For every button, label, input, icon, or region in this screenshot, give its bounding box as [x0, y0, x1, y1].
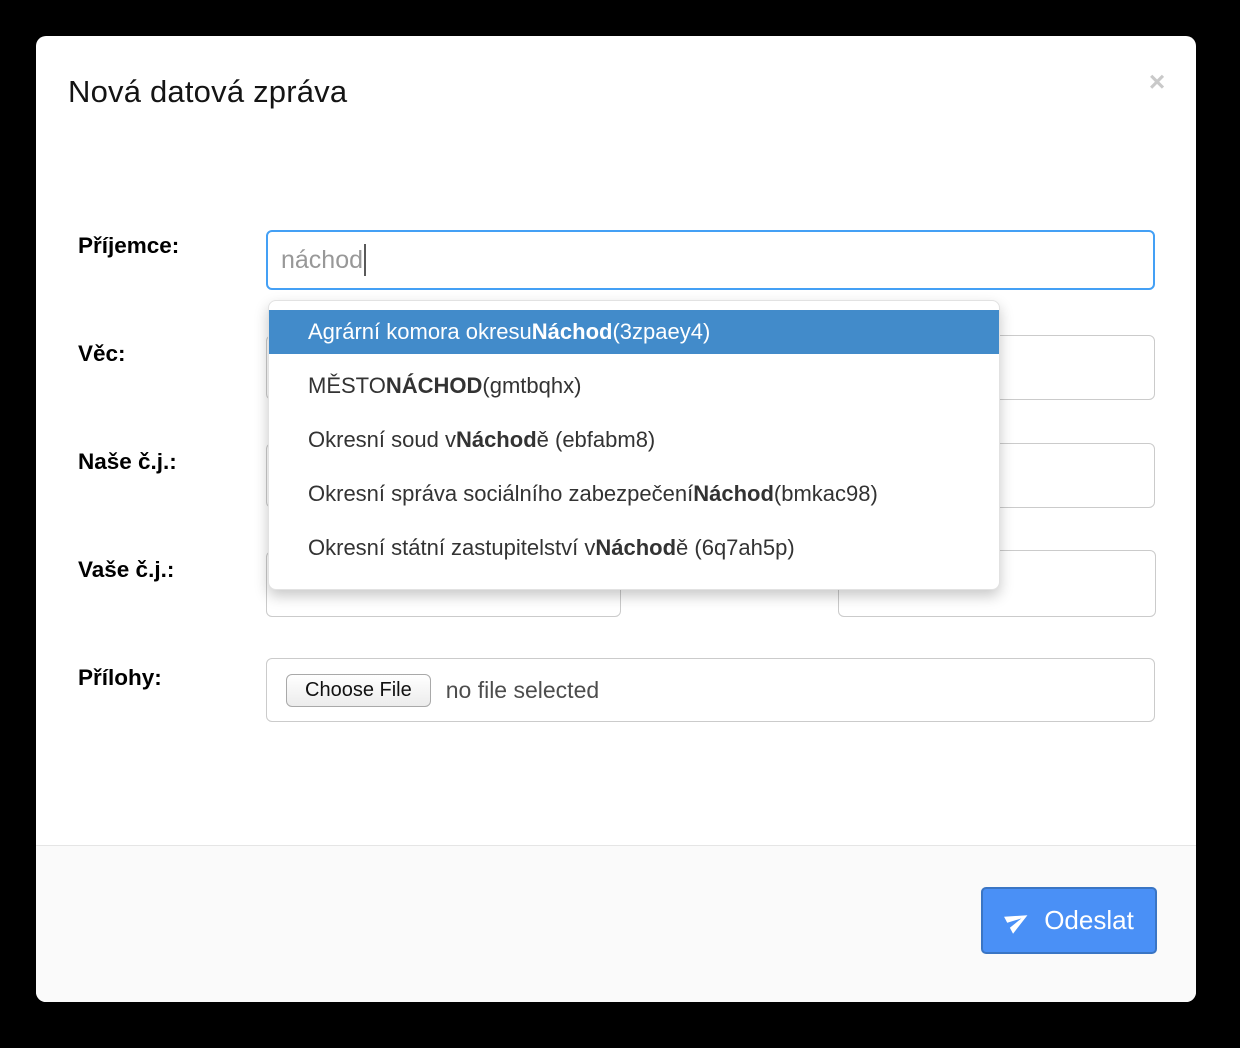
new-message-dialog: Nová datová zpráva × Příjemce: Věc: Naše…: [36, 36, 1196, 1002]
dialog-title: Nová datová zpráva: [68, 74, 347, 110]
autocomplete-item[interactable]: Agrární komora okresu Náchod (3zpaey4): [269, 310, 999, 354]
recipient-input[interactable]: náchod: [266, 230, 1155, 290]
paper-plane-icon: [1004, 907, 1031, 934]
send-button-label: Odeslat: [1044, 905, 1134, 936]
attachments-field: Choose File no file selected: [266, 658, 1155, 722]
your-ref-label: Vaše č.j.:: [78, 557, 174, 583]
close-icon[interactable]: ×: [1139, 64, 1175, 100]
choose-file-button[interactable]: Choose File: [286, 674, 431, 707]
attachments-label: Přílohy:: [78, 665, 162, 691]
autocomplete-item[interactable]: Okresní státní zastupitelství v Náchodě …: [269, 526, 999, 570]
dialog-footer: Odeslat: [36, 845, 1196, 1002]
our-ref-label: Naše č.j.:: [78, 449, 177, 475]
autocomplete-item[interactable]: MĚSTO NÁCHOD (gmtbqhx): [269, 364, 999, 408]
recipient-autocomplete-dropdown: Agrární komora okresu Náchod (3zpaey4) MĚ…: [268, 300, 1000, 590]
subject-label: Věc:: [78, 341, 126, 367]
recipient-input-value: náchod: [281, 246, 363, 275]
send-button[interactable]: Odeslat: [981, 887, 1157, 954]
recipient-label: Příjemce:: [78, 233, 179, 259]
autocomplete-item[interactable]: Okresní soud v Náchodě (ebfabm8): [269, 418, 999, 462]
autocomplete-item[interactable]: Okresní správa sociálního zabezpečení Ná…: [269, 472, 999, 516]
text-cursor: [364, 244, 366, 276]
file-status-text: no file selected: [446, 677, 599, 704]
